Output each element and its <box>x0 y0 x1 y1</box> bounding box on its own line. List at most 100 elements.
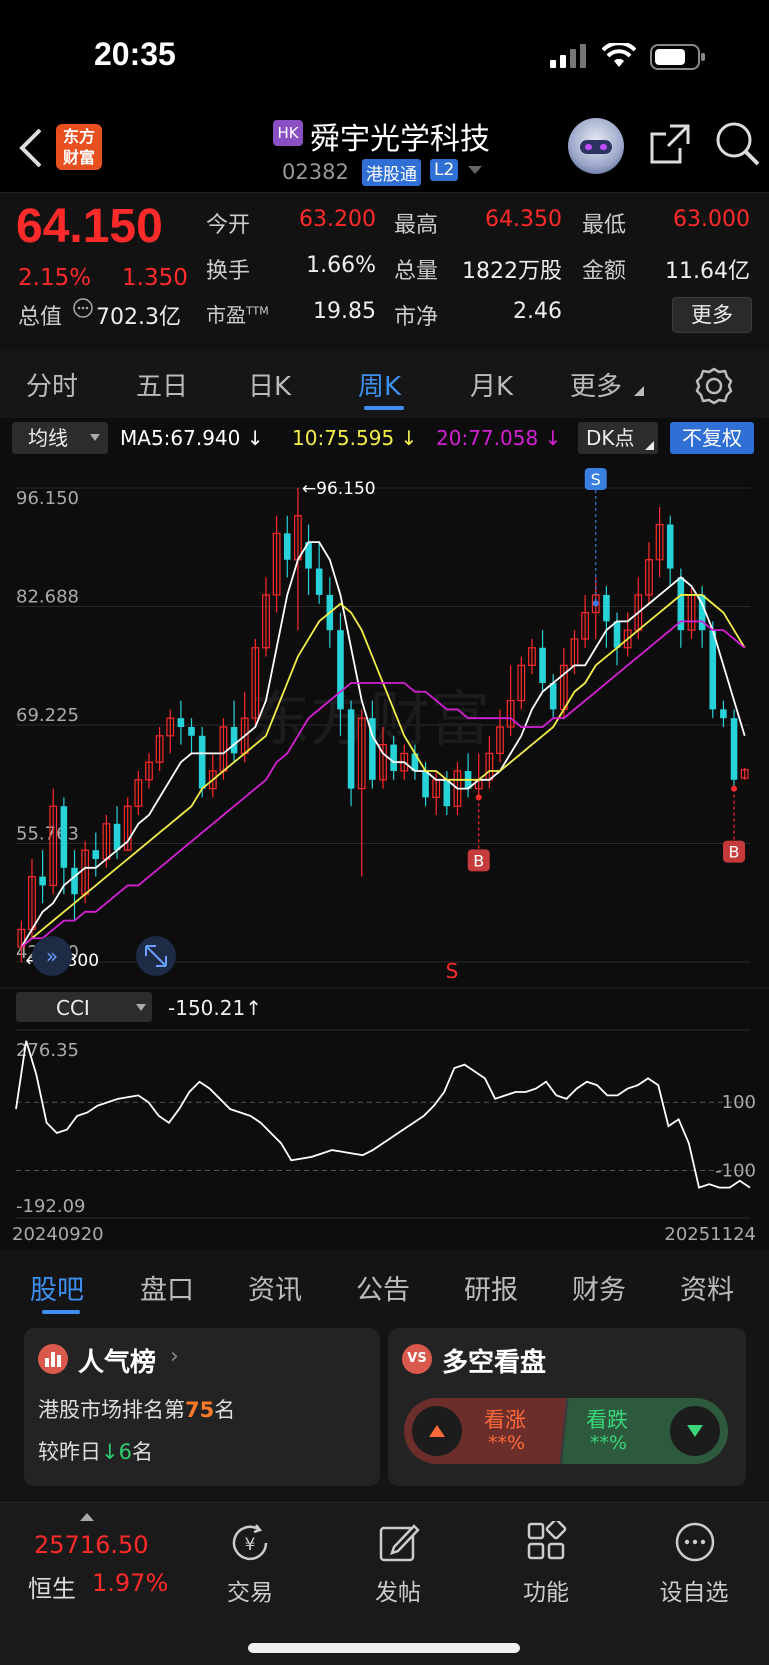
search-icon[interactable] <box>714 120 760 168</box>
cci-min-label: -192.09 <box>16 1196 85 1217</box>
pb-label: 市净 <box>394 305 439 330</box>
bottom-nav: 25716.50 恒生 1.97% ¥ 交易 发帖 功能 设自选 <box>0 1502 769 1665</box>
change-amount: 1.350 <box>122 265 188 291</box>
rank-line: 港股市场排名第75名 <box>38 1394 235 1424</box>
candle-body <box>60 806 68 868</box>
index-name[interactable]: 恒生 <box>28 1569 76 1604</box>
connect-badge: 港股通 <box>362 159 421 186</box>
candle-body <box>198 735 206 789</box>
sentiment-card[interactable]: VS 多空看盘 看涨 **% 看跌 **% <box>388 1328 746 1486</box>
grid-apps-icon <box>527 1521 567 1560</box>
low-label: 最低 <box>582 213 627 238</box>
robot-avatar-icon[interactable] <box>568 118 624 174</box>
tab-more[interactable]: 更多 <box>570 366 622 403</box>
bull-arrow-button[interactable] <box>412 1406 462 1456</box>
more-button[interactable]: 更多 <box>672 297 752 333</box>
nav-functions-label: 功能 <box>523 1580 569 1606</box>
nav-post-label: 发帖 <box>375 1580 421 1606</box>
low-value: 63.000 <box>673 207 750 232</box>
candle-body <box>603 594 610 622</box>
popularity-title: 人气榜 <box>78 1348 157 1378</box>
tab-announcement[interactable]: 公告 <box>356 1268 410 1307</box>
popularity-icon <box>38 1344 68 1374</box>
settings-gear-icon[interactable] <box>694 366 734 406</box>
tab-finance[interactable]: 财务 <box>572 1268 626 1307</box>
candle-body <box>177 718 185 727</box>
versus-icon: VS <box>402 1344 432 1374</box>
tab-week-k[interactable]: 周K <box>358 366 401 403</box>
rank-change-value: 6 <box>118 1440 132 1464</box>
home-indicator <box>248 1643 520 1653</box>
buy-signal-dot <box>731 785 738 792</box>
pe-label: 市盈TTM <box>206 299 269 328</box>
date-start-label: 20240920 <box>12 1224 104 1245</box>
cards-section: 人气榜 › 港股市场排名第75名 较昨日↓6名 VS 多空看盘 看涨 **% 看… <box>0 1316 769 1502</box>
tab-minute[interactable]: 分时 <box>26 366 78 403</box>
tab-pankou[interactable]: 盘口 <box>140 1268 194 1307</box>
index-value[interactable]: 25716.50 <box>34 1531 149 1559</box>
chevron-right-icon: › <box>170 1344 179 1369</box>
tab-five-day[interactable]: 五日 <box>136 366 188 403</box>
arrow-up-icon <box>429 1425 445 1437</box>
cci-reference-label: -100 <box>715 1161 756 1182</box>
cci-select-label: CCI <box>56 996 90 1020</box>
battery-icon <box>650 44 705 70</box>
dropdown-triangle-icon[interactable] <box>468 166 482 176</box>
info-tabs: 股吧 盘口 资讯 公告 研报 财务 资料 <box>0 1250 769 1316</box>
bull-value: **% <box>488 1432 526 1454</box>
level-badge[interactable]: L2 <box>430 159 459 181</box>
amount-label: 金额 <box>582 259 627 284</box>
indicator-select[interactable]: 均线 <box>12 422 108 454</box>
price-axis-label: 69.225 <box>16 705 79 726</box>
candle-body <box>113 823 121 851</box>
candle-body <box>390 744 397 771</box>
candle-body <box>443 779 451 807</box>
bear-arrow-button[interactable] <box>670 1406 720 1456</box>
adjust-button[interactable]: 不复权 <box>670 422 754 454</box>
ma5-legend-text: MA5:67.940 <box>120 426 241 450</box>
candle-body <box>539 647 546 683</box>
index-change[interactable]: 1.97% <box>92 1569 168 1597</box>
tab-research[interactable]: 研报 <box>464 1268 518 1307</box>
open-label: 今开 <box>206 213 251 238</box>
rank-change-suffix: 名 <box>131 1440 153 1464</box>
buy-signal-label: B <box>473 851 484 870</box>
ma10-legend: 10:75.595 ↓ <box>292 426 418 450</box>
cci-line <box>15 1040 751 1189</box>
tab-day-k[interactable]: 日K <box>248 366 291 403</box>
status-bar: 20:35 <box>0 0 769 110</box>
info-dots-icon[interactable] <box>72 297 94 319</box>
volume-label: 总量 <box>394 259 439 284</box>
tab-profile[interactable]: 资料 <box>680 1268 734 1307</box>
nav-watchlist-label: 设自选 <box>659 1580 729 1606</box>
high-value: 64.350 <box>485 207 562 232</box>
tab-guba[interactable]: 股吧 <box>30 1268 84 1307</box>
rank-change-line: 较昨日↓6名 <box>38 1436 153 1466</box>
bull-label: 看涨 <box>484 1408 526 1432</box>
sell-signal-dot <box>592 600 599 607</box>
edit-pencil-icon <box>379 1524 420 1562</box>
dk-button[interactable]: DK点 <box>578 422 658 454</box>
back-arrow-icon[interactable] <box>18 128 44 168</box>
kline-chart[interactable]: 96.15082.68869.22555.76342.300东方财富←96.15… <box>0 460 769 990</box>
price-axis-label: 55.763 <box>16 823 79 844</box>
turnover-label: 换手 <box>206 259 251 284</box>
candle-body <box>422 770 429 798</box>
popularity-card[interactable]: 人气榜 › 港股市场排名第75名 较昨日↓6名 <box>24 1328 380 1486</box>
price-axis-label: 82.688 <box>16 586 79 607</box>
stock-header: 东方 财富 HK 舜宇光学科技 02382 港股通 L2 <box>0 110 769 192</box>
tab-month-k[interactable]: 月K <box>470 366 513 403</box>
svg-text:¥: ¥ <box>245 1535 256 1555</box>
rank-value: 75 <box>185 1398 215 1422</box>
fast-forward-icon: » <box>46 944 58 968</box>
sentiment-bar: 看涨 **% 看跌 **% <box>404 1398 728 1464</box>
cci-chart[interactable]: CCI -150.21↑100-100276.35-192.0920240920 2… <box>0 990 769 1250</box>
wifi-icon <box>602 43 636 67</box>
tab-news[interactable]: 资讯 <box>248 1268 302 1307</box>
arrow-down-icon <box>687 1425 703 1437</box>
candle-body <box>720 709 727 719</box>
down-arrow-icon: ↓ <box>101 1440 119 1464</box>
period-tabs: 分时 五日 日K 周K 月K 更多 <box>0 350 769 418</box>
app-logo[interactable]: 东方 财富 <box>56 124 102 170</box>
share-icon[interactable] <box>648 122 692 166</box>
